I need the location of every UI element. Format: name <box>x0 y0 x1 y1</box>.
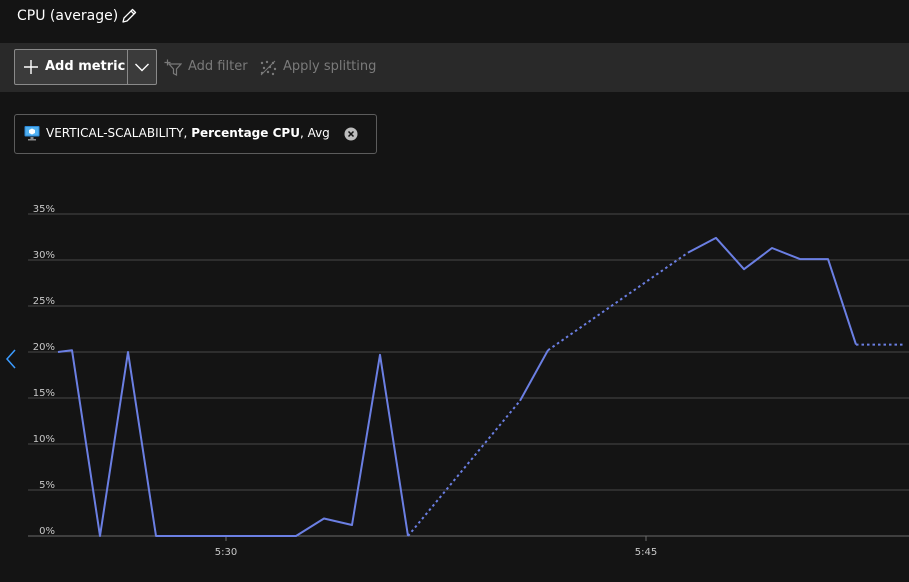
toolbar: Add metric Add filter Apply splitting <box>0 43 909 92</box>
virtual-machine-icon <box>24 126 40 141</box>
series-line-segment <box>57 349 409 537</box>
gridlines <box>28 213 909 537</box>
filter-add-icon <box>164 59 182 76</box>
y-tick-label: 30% <box>33 250 55 261</box>
chart-title-bar: CPU (average) <box>0 0 909 36</box>
cpu-line-chart: 0% 5% 10% 15% 20% 25% 30% 35% 5:30 5:45 <box>28 204 909 558</box>
add-filter-label: Add filter <box>188 59 248 74</box>
metric-pill[interactable]: VERTICAL-SCALABILITY, Percentage CPU, Av… <box>14 114 377 154</box>
series-line-gap-segment <box>547 251 689 352</box>
apply-splitting-label: Apply splitting <box>283 59 377 74</box>
y-tick-label: 0% <box>39 526 55 537</box>
splitting-icon <box>260 60 277 76</box>
add-metric-dropdown-button[interactable] <box>128 50 156 84</box>
chart-title[interactable]: CPU (average) <box>17 8 118 24</box>
add-filter-button[interactable]: Add filter <box>164 49 254 85</box>
close-icon[interactable] <box>344 127 358 141</box>
metric-resource: VERTICAL-SCALABILITY, <box>46 126 188 140</box>
series-line-gap-segment <box>407 400 521 537</box>
add-metric-button[interactable]: Add metric <box>15 50 128 84</box>
x-axis: 5:30 5:45 <box>215 536 657 558</box>
series-line-segment <box>687 236 857 345</box>
add-metric-label: Add metric <box>45 59 126 74</box>
plus-icon <box>24 60 38 74</box>
metric-name: Percentage CPU <box>191 126 300 140</box>
series-line-segment <box>519 349 549 402</box>
y-tick-label: 20% <box>33 342 55 353</box>
add-metric-split-button: Add metric <box>14 49 157 85</box>
y-tick-label: 5% <box>39 480 55 491</box>
y-tick-label: 35% <box>33 204 55 215</box>
y-tick-label: 10% <box>33 434 55 445</box>
metric-aggregation: , Avg <box>299 126 330 140</box>
y-axis: 0% 5% 10% 15% 20% 25% 30% 35% <box>33 204 55 537</box>
y-tick-label: 25% <box>33 296 55 307</box>
pencil-icon[interactable] <box>120 7 138 25</box>
apply-splitting-button[interactable]: Apply splitting <box>259 49 379 85</box>
y-tick-label: 15% <box>33 388 55 399</box>
series-percentage-cpu <box>57 236 904 537</box>
chevron-down-icon <box>135 63 149 72</box>
metric-pill-label: VERTICAL-SCALABILITY, Percentage CPU, Av… <box>46 126 330 140</box>
x-tick-label: 5:45 <box>635 547 657 558</box>
x-tick-label: 5:30 <box>215 547 237 558</box>
